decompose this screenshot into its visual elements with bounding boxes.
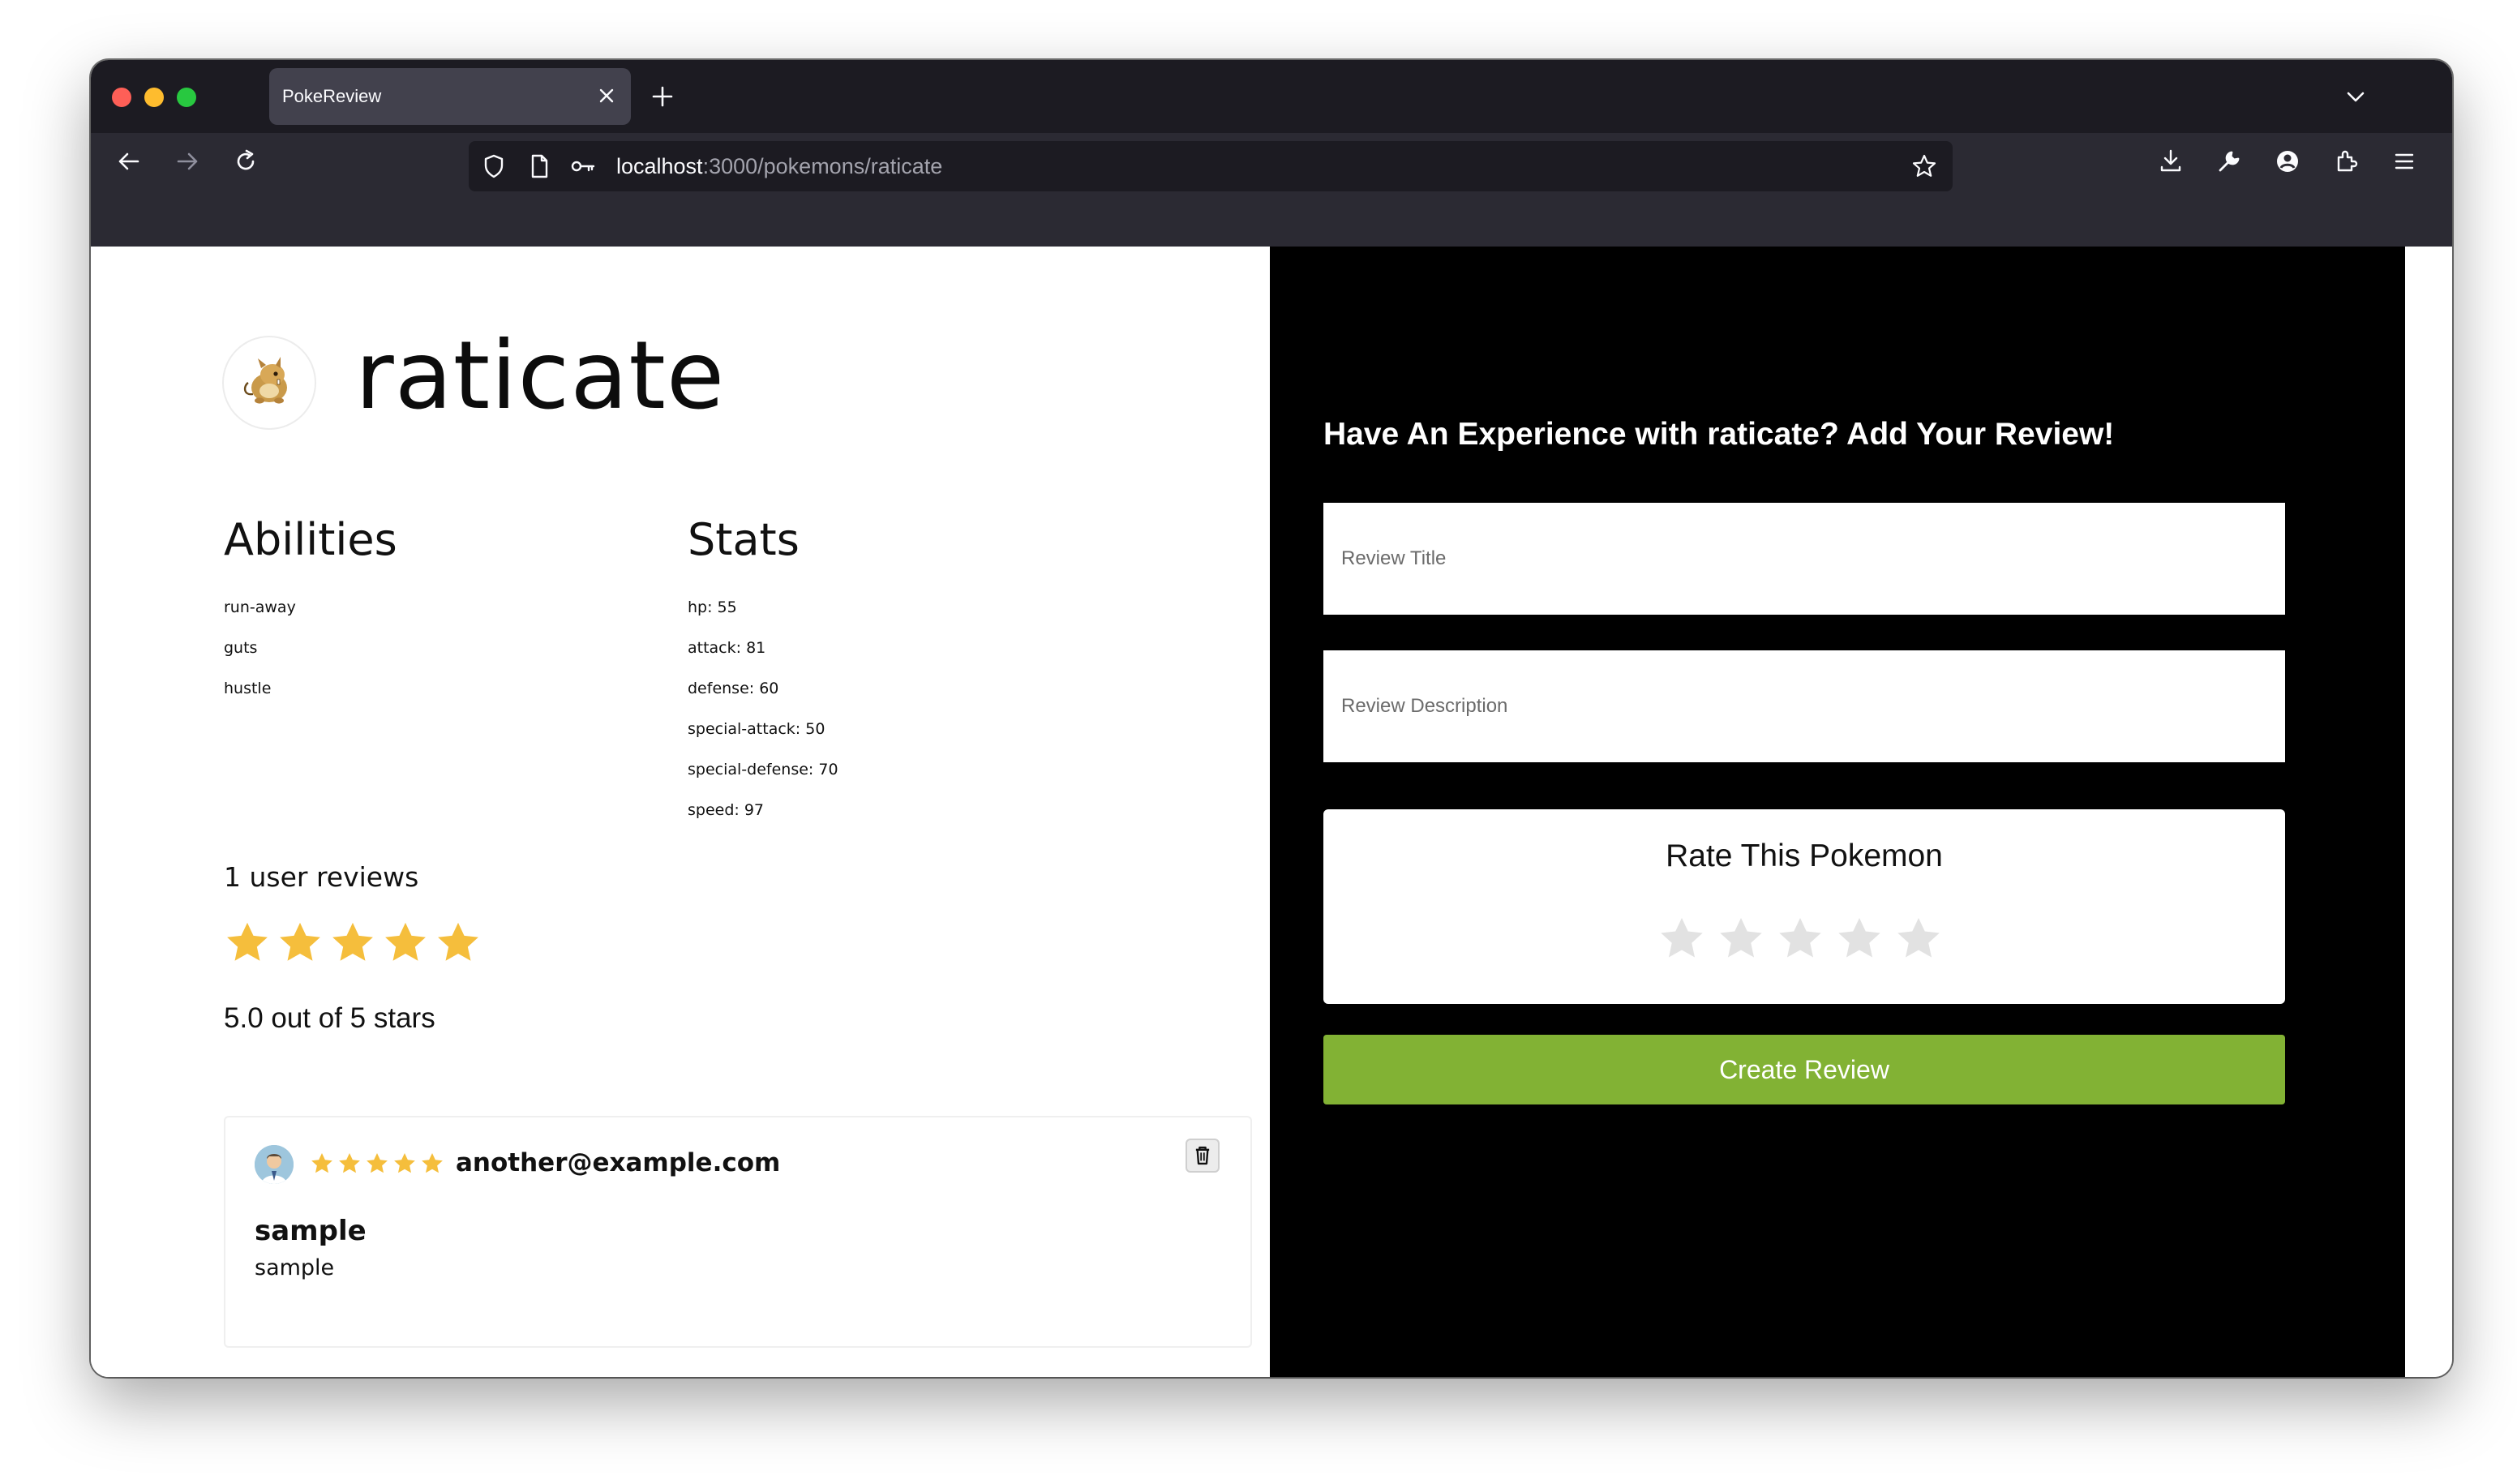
review-count: 1 user reviews	[224, 861, 419, 893]
rating-star-icon[interactable]	[1776, 915, 1825, 963]
wrench-icon[interactable]	[2215, 148, 2243, 175]
tab-pokereview[interactable]: PokeReview	[269, 68, 631, 125]
average-rating-stars	[224, 920, 487, 967]
url-host: localhost	[616, 154, 703, 178]
star-icon	[311, 1153, 332, 1173]
user-avatar-icon	[255, 1145, 294, 1184]
download-icon[interactable]	[2157, 148, 2185, 175]
stats-heading: Stats	[688, 514, 800, 565]
review-rating-stars	[310, 1152, 448, 1179]
average-rating-text: 5.0 out of 5 stars	[224, 1002, 435, 1034]
url-path: :3000/pokemons/raticate	[702, 154, 943, 178]
pokemon-avatar	[224, 337, 315, 428]
minimize-window-button[interactable]	[144, 88, 164, 107]
avatar	[255, 1145, 294, 1184]
key-icon[interactable]	[569, 152, 597, 180]
address-bar[interactable]: localhost:3000/pokemons/raticate	[469, 141, 1953, 191]
create-review-button[interactable]: Create Review	[1323, 1035, 2285, 1104]
star-icon	[339, 1153, 360, 1173]
chevron-down-icon[interactable]	[2343, 84, 2368, 109]
page-content: raticate Abilities run-away guts hustle …	[91, 247, 2452, 1377]
star-icon	[438, 922, 478, 961]
account-icon[interactable]	[2274, 148, 2301, 175]
page-icon[interactable]	[525, 152, 553, 180]
review-card: another@example.com sample sample	[224, 1116, 1252, 1348]
stat-item: attack: 81	[688, 639, 766, 657]
abilities-heading: Abilities	[224, 514, 397, 565]
pokemon-name: raticate	[355, 321, 726, 431]
url-text[interactable]: localhost:3000/pokemons/raticate	[616, 154, 942, 179]
review-author: another@example.com	[456, 1148, 781, 1177]
ability-item: guts	[224, 639, 258, 657]
arrow-left-icon[interactable]	[115, 148, 143, 175]
stat-item: special-attack: 50	[688, 720, 825, 738]
review-description-input[interactable]	[1323, 650, 2285, 762]
review-form-panel: Have An Experience with raticate? Add Yo…	[1270, 247, 2405, 1377]
star-icon	[422, 1153, 443, 1173]
reload-icon[interactable]	[232, 148, 259, 175]
maximize-window-button[interactable]	[177, 88, 196, 107]
review-title: sample	[255, 1215, 367, 1247]
stat-item: speed: 97	[688, 801, 765, 819]
rating-star-icon[interactable]	[1835, 915, 1884, 963]
star-icon	[227, 922, 268, 961]
pokemon-details-panel: raticate Abilities run-away guts hustle …	[91, 247, 1270, 1377]
trash-icon	[1195, 1146, 1210, 1165]
extensions-icon[interactable]	[2332, 148, 2360, 175]
review-title-input[interactable]	[1323, 503, 2285, 615]
star-icon	[280, 922, 320, 961]
shield-icon[interactable]	[480, 152, 508, 180]
delete-review-button[interactable]	[1186, 1139, 1220, 1173]
raticate-sprite	[243, 357, 287, 404]
rating-star-icon[interactable]	[1894, 915, 1943, 963]
stat-item: defense: 60	[688, 680, 779, 697]
close-tab-icon[interactable]	[595, 84, 618, 107]
rate-pokemon-box: Rate This Pokemon	[1323, 809, 2285, 1004]
rating-star-icon[interactable]	[1717, 915, 1765, 963]
close-window-button[interactable]	[112, 88, 131, 107]
rating-star-input[interactable]	[1657, 915, 1953, 967]
arrow-right-icon[interactable]	[174, 148, 201, 175]
stat-item: hp: 55	[688, 598, 737, 616]
bookmark-star-icon[interactable]	[1910, 152, 1938, 180]
rate-title: Rate This Pokemon	[1666, 839, 1943, 873]
browser-window: PokeReview localhost:3000/pokemons/ratic…	[91, 60, 2452, 1377]
star-icon	[367, 1153, 388, 1173]
star-icon	[394, 1153, 415, 1173]
review-form-heading: Have An Experience with raticate? Add Yo…	[1323, 417, 2115, 452]
star-icon	[332, 922, 373, 961]
review-body: sample	[255, 1255, 335, 1280]
new-tab-icon[interactable]	[650, 84, 675, 109]
ability-item: run-away	[224, 598, 296, 616]
tab-title: PokeReview	[282, 86, 382, 106]
rating-star-icon[interactable]	[1657, 915, 1706, 963]
ability-item: hustle	[224, 680, 272, 697]
menu-icon[interactable]	[2391, 148, 2418, 175]
tab-strip: PokeReview	[91, 60, 2452, 133]
navigation-toolbar: localhost:3000/pokemons/raticate	[91, 133, 2452, 247]
star-icon	[385, 922, 426, 961]
stat-item: special-defense: 70	[688, 761, 838, 778]
